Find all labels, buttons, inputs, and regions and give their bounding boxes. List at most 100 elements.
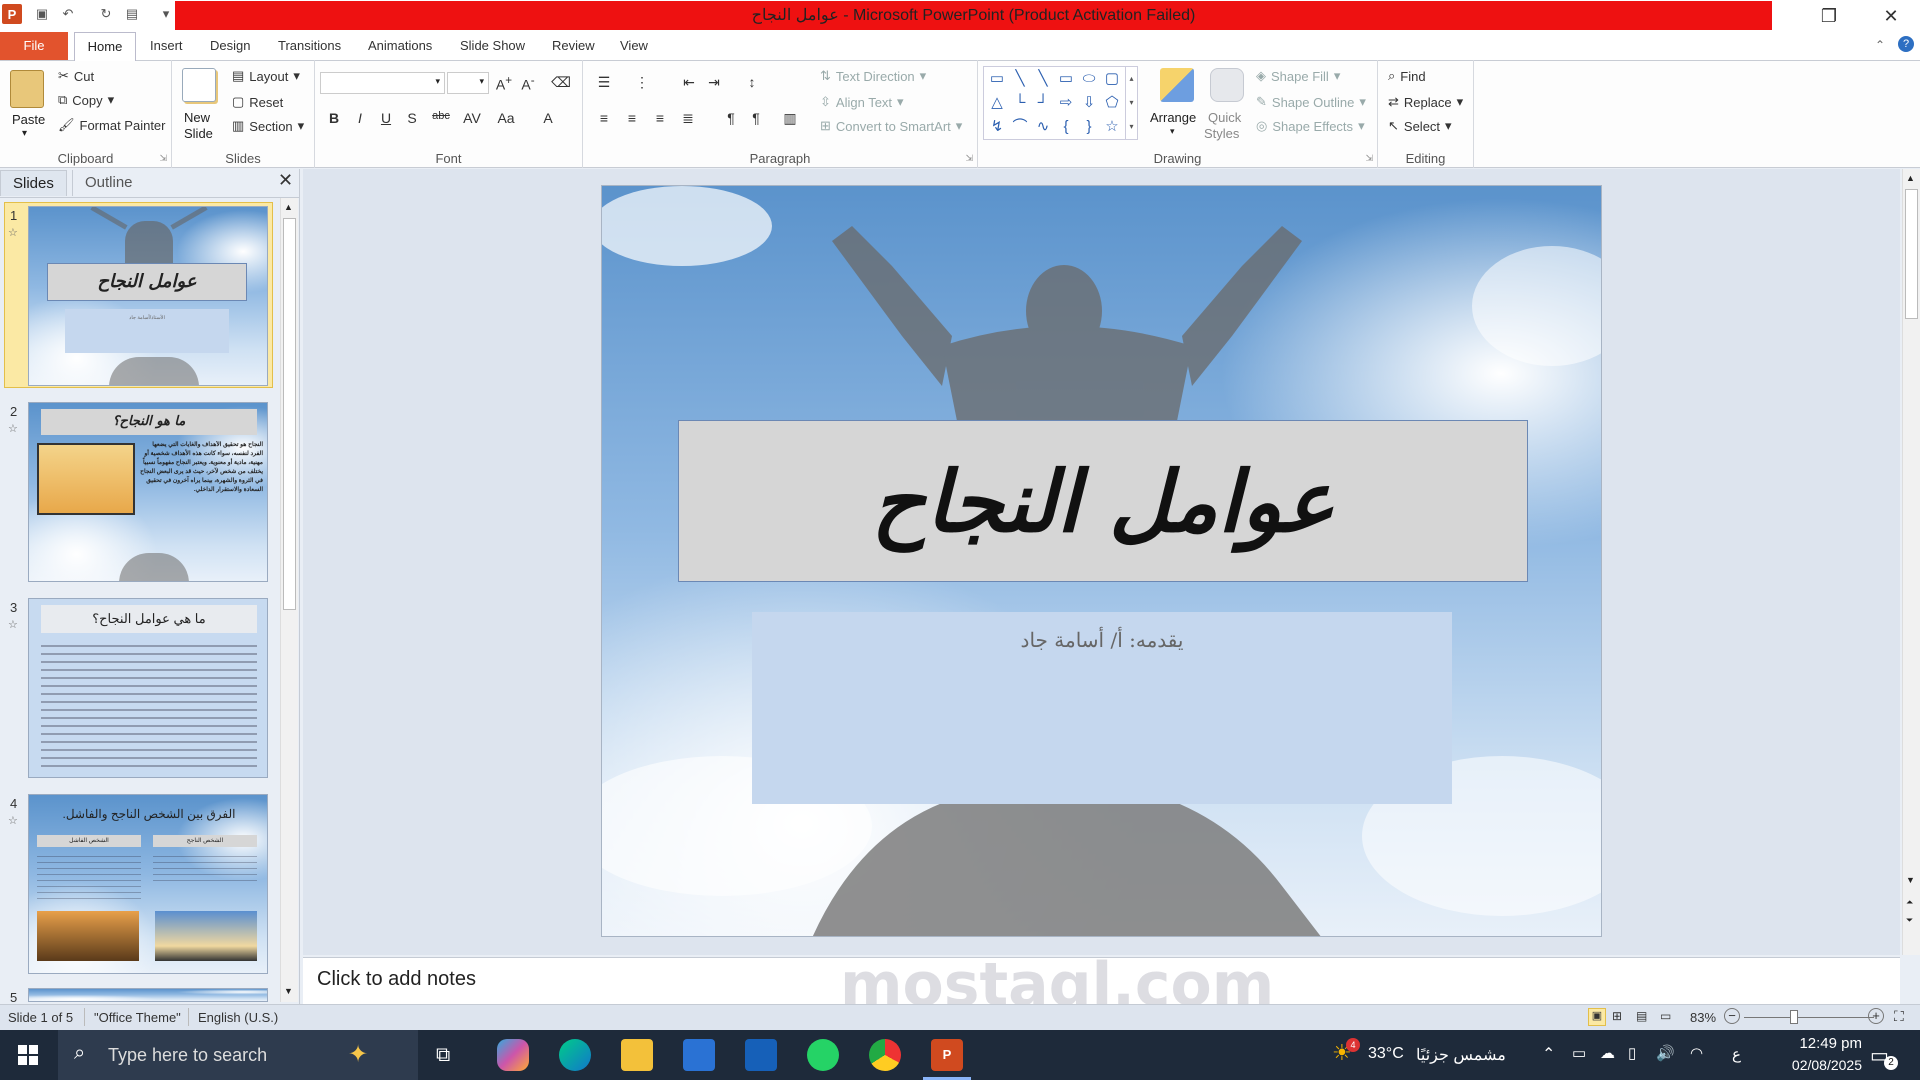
tab-review[interactable]: Review (542, 32, 605, 60)
line-spacing-icon[interactable]: ↕ (741, 74, 763, 90)
slide-sorter-icon[interactable]: ⊞ (1612, 1009, 1622, 1023)
paste-dropdown-icon[interactable]: ▾ (22, 128, 27, 139)
edge-icon[interactable] (559, 1039, 591, 1071)
align-center-icon[interactable]: ≡ (621, 110, 643, 126)
undo-icon[interactable]: ↶ (58, 4, 78, 24)
volume-icon[interactable]: 🔊 (1656, 1044, 1675, 1062)
current-slide[interactable]: عوامل النجاح يقدمه: أ/ أسامة جاد (601, 185, 1602, 937)
shape-outline-button[interactable]: ✎ Shape Outline ▾ (1256, 94, 1366, 110)
slide-thumbnail-2[interactable]: ما هو النجاح؟ النجاح هو تحقيق الأهداف وا… (28, 402, 268, 582)
columns-icon[interactable]: ▥ (779, 110, 801, 127)
shapes-gallery[interactable]: ▭ ╲ ╲ ▭ ⬭ ▢ △ └ ┘ ⇨ ⇩ ⬠ ↯ ⌒ ∿ { } ☆ ▴ ▾ ▾ (983, 66, 1138, 140)
shape-fill-button[interactable]: ◈ Shape Fill ▾ (1256, 68, 1340, 84)
rounded-rect-shape-icon[interactable]: ▢ (1102, 69, 1122, 89)
layout-button[interactable]: ▤ Layout ▾ (232, 68, 300, 84)
pentagon-shape-icon[interactable]: ⬠ (1102, 93, 1122, 113)
new-slide-label2[interactable]: Slide (184, 126, 213, 141)
wifi-icon[interactable]: ◠ (1690, 1044, 1703, 1062)
rtl-icon[interactable]: ¶ (745, 110, 767, 126)
help-icon[interactable]: ? (1898, 36, 1914, 52)
italic-button[interactable]: I (349, 110, 371, 126)
bold-button[interactable]: B (323, 110, 345, 126)
gallery-scroll[interactable]: ▴ ▾ ▾ (1125, 67, 1137, 139)
char-spacing-icon[interactable]: AV (461, 110, 483, 126)
section-button[interactable]: ▥ Section ▾ (232, 118, 304, 134)
slide-scrollbar[interactable]: ▲ ▼ ⏶ ⏷ (1902, 169, 1920, 955)
bullets-icon[interactable]: ☰ (593, 74, 615, 91)
cut-button[interactable]: ✂ Cut (58, 68, 94, 84)
paste-icon[interactable] (10, 70, 44, 108)
restore-button[interactable]: ❐ (1800, 0, 1858, 32)
quick-styles-button[interactable]: Quick (1208, 110, 1241, 125)
redo-icon[interactable]: ↻ (96, 4, 116, 24)
minimize-ribbon-icon[interactable]: ⌃ (1875, 38, 1885, 52)
slide-thumbnail-3[interactable]: ما هي عوامل النجاح؟ (28, 598, 268, 778)
font-color-icon[interactable]: A (537, 110, 559, 126)
tab-transitions[interactable]: Transitions (268, 32, 351, 60)
tab-view[interactable]: View (610, 32, 658, 60)
ltr-icon[interactable]: ¶ (720, 110, 742, 126)
tab-design[interactable]: Design (200, 32, 260, 60)
tab-slideshow[interactable]: Slide Show (450, 32, 535, 60)
start-from-beginning-icon[interactable]: ▤ (122, 4, 142, 24)
powerpoint-taskbar-icon[interactable]: P (931, 1039, 963, 1071)
shrink-font-icon[interactable]: A- (517, 74, 539, 93)
align-left-icon[interactable]: ≡ (593, 110, 615, 126)
taskbar-search-box[interactable]: ⌕ Type here to search ✦ (58, 1030, 418, 1080)
tab-insert[interactable]: Insert (140, 32, 193, 60)
increase-indent-icon[interactable]: ⇥ (703, 74, 725, 91)
paste-button[interactable]: Paste (12, 112, 45, 127)
tab-outline[interactable]: Outline (72, 170, 145, 196)
zoom-out-icon[interactable]: − (1724, 1008, 1740, 1024)
tab-home[interactable]: Home (74, 32, 136, 61)
arrange-icon[interactable] (1160, 68, 1194, 102)
tab-file[interactable]: File (0, 32, 68, 60)
tab-animations[interactable]: Animations (358, 32, 442, 60)
slide-thumbnail-4[interactable]: الفرق بين الشخص الناجح والفاشل. الشخص ال… (28, 794, 268, 974)
select-button[interactable]: ↖ Select ▾ (1388, 118, 1452, 134)
input-language[interactable]: ع (1732, 1045, 1741, 1063)
battery-icon[interactable]: ▭ (1572, 1044, 1586, 1062)
arc-shape-icon[interactable]: ⌒ (1010, 117, 1030, 137)
quick-styles-label2[interactable]: Styles (1204, 126, 1239, 141)
zoom-slider[interactable] (1744, 1017, 1874, 1018)
new-slide-icon[interactable] (182, 68, 216, 102)
customize-qat-icon[interactable]: ▾ (156, 4, 176, 24)
grow-font-icon[interactable]: A+ (493, 74, 515, 93)
slideshow-icon[interactable]: ▭ (1660, 1009, 1671, 1023)
decrease-indent-icon[interactable]: ⇤ (678, 74, 700, 91)
clock-time[interactable]: 12:49 pm (1766, 1035, 1862, 1052)
slide-indicator[interactable]: Slide 1 of 5 (8, 1010, 73, 1025)
line-shape-icon[interactable]: ╲ (1010, 69, 1030, 89)
scroll-thumb[interactable] (1905, 189, 1918, 319)
slide-thumbnail-1[interactable]: عوامل النجاح الأستاذ/أسامة جاد (28, 206, 268, 386)
tab-slides[interactable]: Slides (0, 170, 67, 196)
connector-shape-icon[interactable]: ┘ (1033, 93, 1053, 113)
shape-effects-button[interactable]: ◎ Shape Effects ▾ (1256, 118, 1365, 134)
oval-shape-icon[interactable]: ⬭ (1079, 69, 1099, 89)
rectangle-shape-icon[interactable]: ▭ (1056, 69, 1076, 89)
shadow-button[interactable]: S (401, 110, 423, 126)
font-name-combo[interactable]: ▾ (320, 72, 445, 94)
find-button[interactable]: ⌕ Find (1388, 68, 1426, 84)
fit-to-window-icon[interactable]: ⛶ (1894, 1008, 1904, 1025)
connector-shape-icon[interactable]: └ (1010, 93, 1030, 113)
slide-title-placeholder[interactable]: عوامل النجاح (678, 420, 1528, 582)
convert-smartart-button[interactable]: ⊞ Convert to SmartArt ▾ (820, 118, 962, 134)
zoom-slider-thumb[interactable] (1790, 1010, 1798, 1024)
device-icon[interactable]: ▯ (1628, 1044, 1636, 1062)
font-size-combo[interactable]: ▾ (447, 72, 489, 94)
dialog-launcher-icon[interactable]: ⇲ (965, 153, 973, 164)
justify-icon[interactable]: ≣ (677, 110, 699, 127)
normal-view-icon[interactable]: ▣ (1588, 1008, 1606, 1026)
powerpoint-logo-icon[interactable]: P (2, 4, 22, 24)
file-explorer-icon[interactable] (621, 1039, 653, 1071)
microsoft-store-icon[interactable] (683, 1039, 715, 1071)
star-shape-icon[interactable]: ☆ (1102, 117, 1122, 137)
replace-button[interactable]: ⇄ Replace ▾ (1388, 94, 1463, 110)
text-direction-button[interactable]: ⇅ Text Direction ▾ (820, 68, 926, 84)
numbering-icon[interactable]: ⋮ (631, 74, 653, 91)
underline-button[interactable]: U (375, 110, 397, 126)
next-slide-icon[interactable]: ⏷ (1906, 915, 1913, 926)
arrange-button[interactable]: Arrange (1150, 110, 1196, 125)
